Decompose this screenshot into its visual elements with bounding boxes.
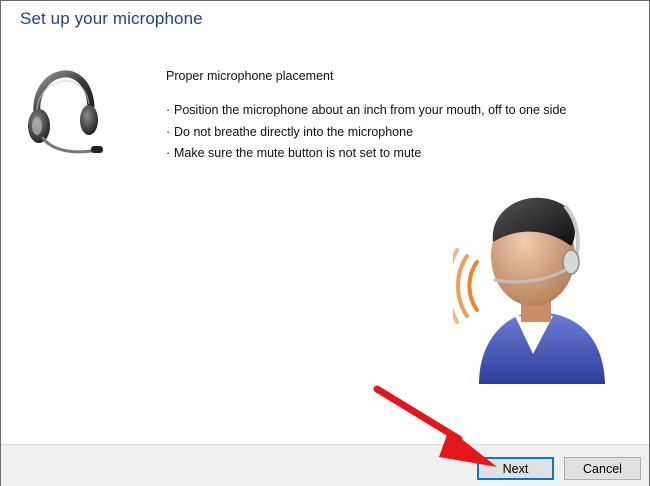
page-title: Set up your microphone xyxy=(20,9,203,28)
bullet-icon: · xyxy=(166,103,171,117)
instructions-heading: Proper microphone placement xyxy=(166,69,334,83)
instructions-panel: Proper microphone placement · Position th… xyxy=(166,69,566,165)
list-item: · Position the microphone about an inch f… xyxy=(166,100,566,122)
next-button[interactable]: Next xyxy=(477,457,554,480)
instructions-list: · Position the microphone about an inch f… xyxy=(166,100,566,165)
bullet-icon: · xyxy=(166,146,171,160)
cancel-button[interactable]: Cancel xyxy=(564,457,641,480)
list-item: · Do not breathe directly into the microp… xyxy=(166,122,566,144)
wizard-window: Set up your microphone Proper microphone… xyxy=(0,0,650,486)
bullet-icon: · xyxy=(166,124,171,139)
list-item: · Make sure the mute button is not set to… xyxy=(166,143,566,165)
headset-icon xyxy=(28,70,103,154)
person-speaking-icon xyxy=(453,197,605,384)
